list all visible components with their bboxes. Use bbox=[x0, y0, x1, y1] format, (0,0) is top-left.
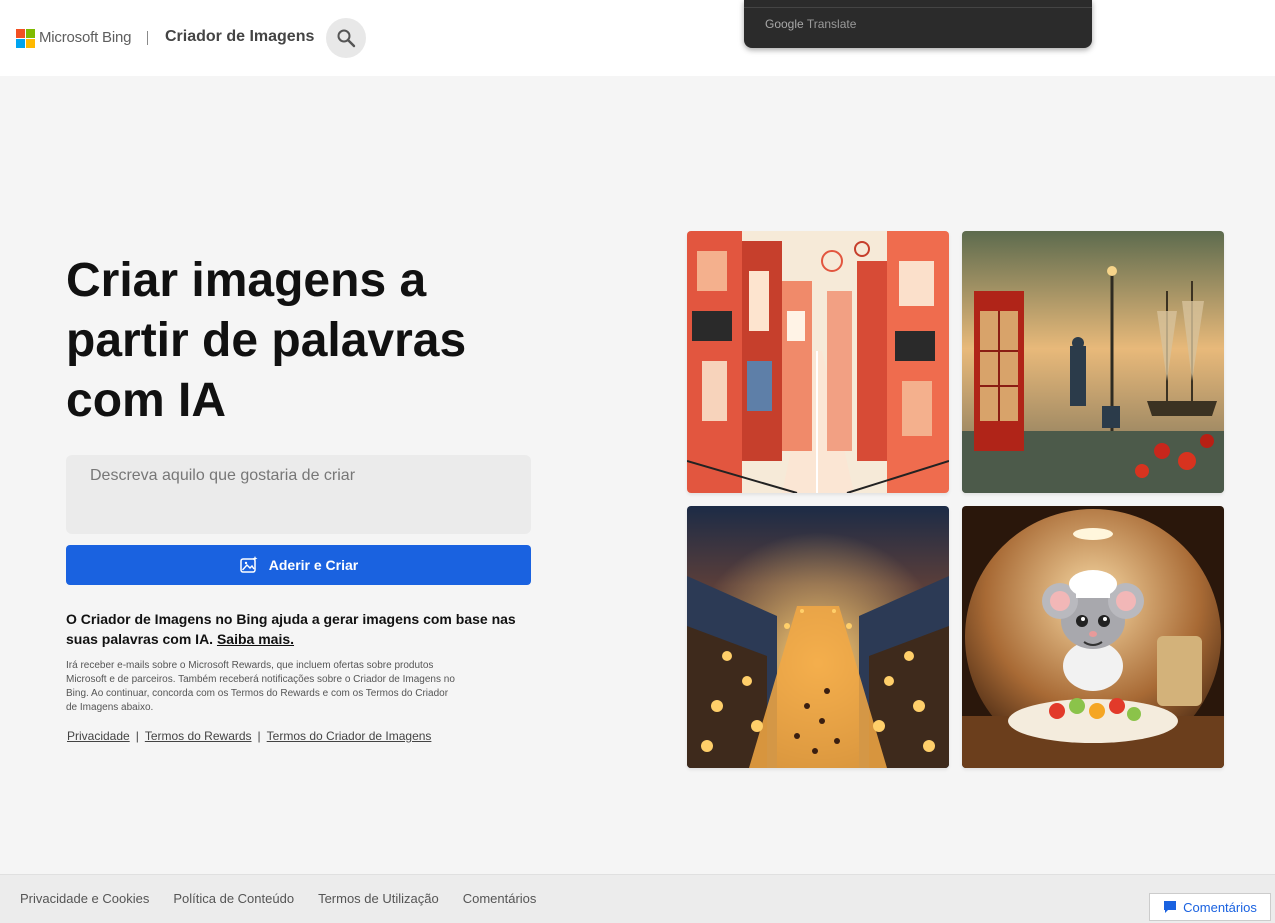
header-divider bbox=[147, 31, 148, 45]
gallery-image-chef-mouse[interactable] bbox=[962, 506, 1224, 768]
footer-feedback-link[interactable]: Comentários bbox=[463, 891, 537, 906]
search-icon bbox=[337, 29, 356, 48]
chef-mouse-illustration bbox=[962, 506, 1224, 768]
feedback-button-label: Comentários bbox=[1183, 899, 1257, 915]
link-separator: | bbox=[257, 729, 261, 743]
google-translate-popup: Google Translate bbox=[744, 0, 1092, 48]
image-sparkle-icon bbox=[240, 556, 258, 573]
description-text: O Criador de Imagens no Bing ajuda a ger… bbox=[66, 609, 536, 649]
rewards-terms-link[interactable]: Termos do Rewards bbox=[145, 729, 252, 743]
page-title: Criar imagens a partir de palavras com I… bbox=[66, 254, 467, 427]
privacy-link[interactable]: Privacidade bbox=[67, 729, 130, 743]
gallery-image-lantern-festival[interactable] bbox=[687, 506, 949, 768]
search-button[interactable] bbox=[326, 18, 366, 58]
microsoft-logo-icon[interactable] bbox=[16, 29, 35, 48]
page-footer: Privacidade e Cookies Política de Conteú… bbox=[0, 874, 1275, 923]
google-translate-label[interactable]: Google Translate bbox=[765, 17, 856, 31]
footer-content-policy-link[interactable]: Política de Conteúdo bbox=[173, 891, 294, 906]
image-creator-terms-link[interactable]: Termos do Criador de Imagens bbox=[267, 729, 432, 743]
feedback-button[interactable]: Comentários bbox=[1149, 893, 1271, 921]
popup-divider bbox=[744, 7, 1092, 8]
gallery-image-phone-booth[interactable] bbox=[962, 231, 1224, 493]
learn-more-link[interactable]: Saiba mais. bbox=[217, 631, 294, 647]
footer-links: Privacidade e Cookies Política de Conteú… bbox=[20, 891, 536, 906]
app-title[interactable]: Criador de Imagens bbox=[165, 28, 314, 46]
phone-booth-painting bbox=[962, 231, 1224, 493]
chat-bubble-icon bbox=[1164, 901, 1177, 913]
rewards-fine-print: Irá receber e-mails sobre o Microsoft Re… bbox=[66, 660, 455, 713]
lantern-festival-illustration bbox=[687, 506, 949, 768]
footer-privacy-cookies-link[interactable]: Privacidade e Cookies bbox=[20, 891, 149, 906]
join-and-create-button[interactable]: Aderir e Criar bbox=[66, 545, 531, 585]
legal-links: Privacidade | Termos do Rewards | Termos… bbox=[67, 729, 431, 743]
prompt-input[interactable] bbox=[66, 455, 531, 534]
footer-terms-link[interactable]: Termos de Utilização bbox=[318, 891, 439, 906]
bing-brand-text[interactable]: Microsoft Bing bbox=[39, 29, 131, 46]
google-text: Google bbox=[765, 17, 804, 31]
link-separator: | bbox=[135, 729, 139, 743]
create-button-label: Aderir e Criar bbox=[268, 557, 359, 573]
translate-text: Translate bbox=[806, 17, 857, 31]
abstract-city-illustration bbox=[687, 231, 949, 493]
gallery-image-abstract-city[interactable] bbox=[687, 231, 949, 493]
